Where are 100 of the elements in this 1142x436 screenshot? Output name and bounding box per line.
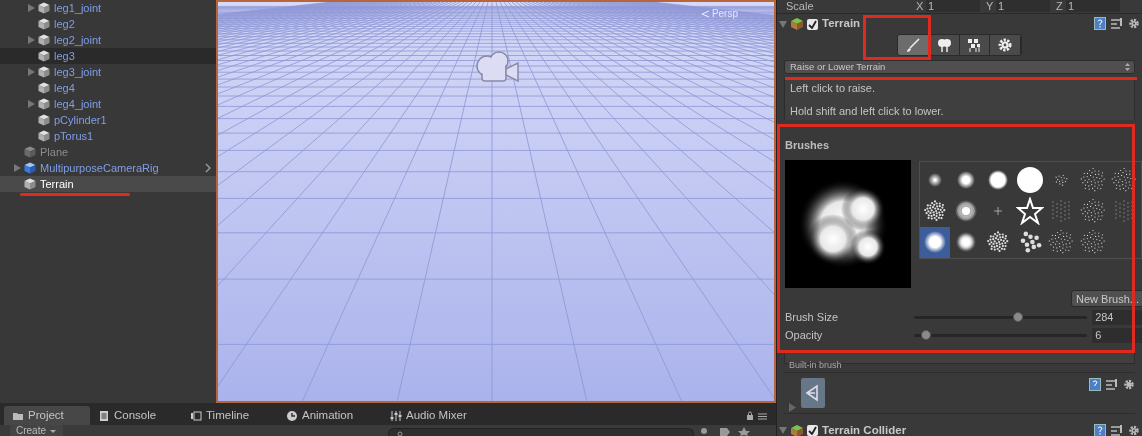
terrain-icon [790,17,804,31]
hierarchy-item[interactable]: leg2_joint [54,31,102,49]
hierarchy-item[interactable]: leg2 [54,15,75,33]
hierarchy-row[interactable]: leg4_joint [0,96,216,112]
arrow-left-icon [699,8,710,19]
help-icon [1089,377,1101,391]
stepper-icon [1125,63,1130,71]
hierarchy-item[interactable]: MultipurposeCameraRig [40,159,159,177]
settings-icon [1123,377,1135,391]
expand-arrow-icon [13,164,21,172]
hierarchy-item[interactable]: pTorus1 [54,127,94,145]
enabled-checkbox[interactable] [807,425,818,436]
spark-icon [993,207,1002,215]
brush-swatch[interactable] [1014,164,1045,196]
sliders-icon [390,409,402,422]
hierarchy-row[interactable]: pTorus1 [0,128,216,144]
speckle-icon [1078,228,1107,256]
search-icon [397,431,404,436]
timeline-icon [190,409,202,422]
tool-button[interactable] [990,35,1021,55]
search-field[interactable] [388,428,694,436]
hierarchy-item[interactable]: leg3_joint [54,63,102,81]
clock-icon [286,409,298,422]
number-field[interactable]: 1 [926,0,980,12]
axis-label: Y [986,0,995,14]
hierarchy-item[interactable]: leg3 [54,47,75,65]
help-text: Hold shift and left click to lower. [790,105,945,118]
expand-arrow-icon [27,36,35,44]
hierarchy-row[interactable]: pCylinder1 [0,112,216,128]
hierarchy-item[interactable]: pCylinder1 [54,111,107,129]
terrain-icon [790,423,804,436]
panel-tab[interactable]: Audio Mixer [382,406,482,425]
preset-icon [1106,377,1118,391]
component-title: Terrain Collider [822,422,907,436]
flowers-icon [966,37,983,53]
help-icon [1094,423,1106,436]
panel-tab[interactable]: Project [4,406,90,425]
panel-tab[interactable]: Timeline [182,406,278,425]
cube-icon [38,130,50,142]
help-icon [1094,17,1106,30]
cube-icon [38,114,50,126]
dropdown-caret-icon [49,427,57,435]
checkmark-icon [808,19,817,29]
hierarchy-row[interactable]: MultipurposeCameraRig [0,160,216,176]
hierarchy-item[interactable]: leg1_joint [54,0,102,17]
circle-icon [1015,166,1044,194]
cube-icon [38,66,50,78]
brush-icon [904,37,921,53]
panel-tab[interactable]: Console [90,406,182,425]
document-icon [98,409,110,422]
enabled-checkbox[interactable] [807,18,818,30]
hierarchy-row[interactable]: leg1_joint [0,0,216,16]
tool-dropdown[interactable]: Raise or Lower Terrain [784,60,1135,74]
brush-swatch[interactable] [1014,195,1045,227]
section-title: Brushes [785,138,831,153]
lock-menu-icon [746,411,768,421]
hierarchy-row[interactable]: leg3_joint [0,64,216,80]
slider-thumb[interactable] [1012,312,1023,322]
cube-icon [38,2,50,14]
hierarchy-item[interactable]: Plane [40,143,69,161]
number-field[interactable]: 1 [1066,0,1120,12]
cube-icon [38,50,50,62]
axis-label: X [916,0,925,14]
axis-label: Z [1056,0,1064,14]
annotation-box [863,15,931,60]
field-label: Scale [786,0,815,14]
cube-icon [38,18,50,30]
hierarchy-item[interactable]: Terrain [40,175,74,193]
unity-logo-icon [801,377,825,408]
hierarchy-row[interactable]: Plane [0,144,216,160]
hierarchy-row[interactable]: leg4 [0,80,216,96]
preset-icon [1111,423,1123,436]
help-text: Left click to raise. [790,82,876,95]
expand-arrow-icon [27,68,35,76]
tool-button[interactable] [959,35,991,55]
expand-arrow-icon [27,4,35,12]
cube-icon [24,146,36,158]
expand-arrow-icon [779,20,787,28]
hierarchy-row[interactable]: leg3 [0,48,216,64]
panel-tab[interactable]: Animation [278,406,382,425]
expand-arrow-icon [789,402,796,412]
hierarchy-item[interactable]: leg4_joint [54,95,102,113]
slider-label: Opacity [785,328,824,344]
speckle-icon [1110,166,1139,194]
number-field[interactable]: 1 [996,0,1050,12]
cube-icon [38,98,50,110]
create-button[interactable]: Create [10,425,63,436]
hierarchy-row[interactable]: leg2_joint [0,32,216,48]
slider-thumb[interactable] [920,330,931,340]
trees-icon [935,37,952,53]
cube-icon [24,178,36,190]
number-field[interactable]: 284 [1092,310,1142,325]
hierarchy-row[interactable]: leg2 [0,16,216,32]
cube-icon [38,34,50,46]
brush-swatch[interactable] [919,226,950,258]
hierarchy-item[interactable]: leg4 [54,79,75,97]
slider-label: Brush Size [785,310,840,326]
number-field[interactable]: 6 [1092,328,1142,343]
speckle-icon [1078,166,1107,194]
settings-icon [997,37,1014,53]
